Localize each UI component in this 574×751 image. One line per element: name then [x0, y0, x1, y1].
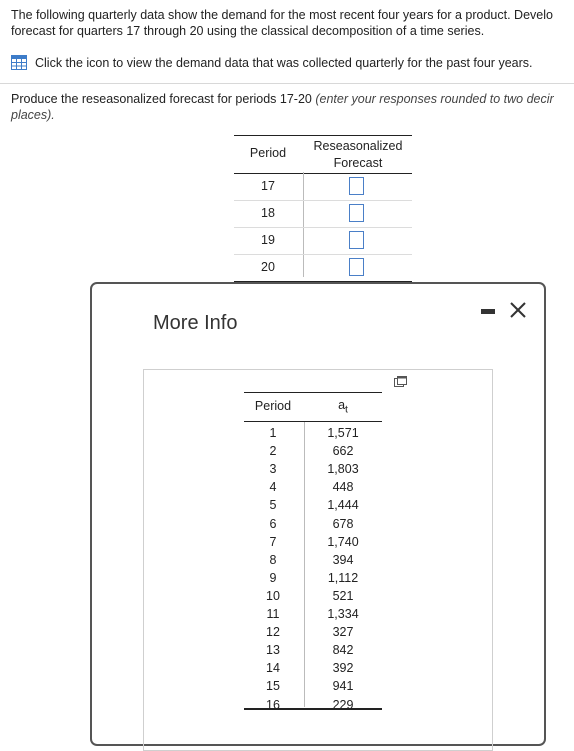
demand-cell: 1,803: [327, 462, 359, 477]
table-bottom-rule: [244, 708, 382, 710]
demand-cell: 662: [332, 444, 354, 459]
period-cell: 18: [261, 206, 275, 220]
table-row: 14 392: [244, 659, 382, 677]
table-row: 12 327: [244, 623, 382, 641]
table-row: 11 1,334: [244, 605, 382, 623]
table-row: 19: [234, 228, 412, 255]
instructions: Produce the reseasonalized forecast for …: [11, 91, 574, 123]
col-demand-header: at: [304, 398, 382, 416]
demand-cell: 521: [332, 588, 354, 603]
demand-cell: 394: [332, 552, 354, 567]
period-cell: 8: [269, 552, 277, 567]
forecast-input-17[interactable]: [349, 177, 364, 195]
period-cell: 15: [266, 679, 280, 694]
instruction-hint: (enter your responses rounded to two dec…: [315, 92, 554, 106]
copy-icon[interactable]: [394, 376, 407, 387]
answer-table: Period Reseasonalized Forecast 17 18 19 …: [234, 135, 412, 282]
demand-data-panel: Period at 1 1,571 2 662 3 1,803 4 448 5 1,444 6 678…: [143, 369, 493, 751]
data-link-text[interactable]: Click the icon to view the demand data t…: [35, 56, 532, 70]
col-demand-base: a: [338, 398, 346, 412]
demand-cell: 678: [332, 516, 354, 531]
period-cell: 1: [269, 426, 277, 440]
period-cell: 11: [266, 607, 280, 621]
question-line-2: forecast for quarters 17 through 20 usin…: [11, 24, 485, 38]
question-intro: The following quarterly data show the de…: [11, 7, 574, 39]
dialog-title: More Info: [153, 312, 238, 334]
demand-cell: 1,444: [327, 498, 359, 513]
demand-cell: 941: [332, 679, 354, 694]
instruction-text: Produce the reseasonalized forecast for …: [11, 92, 316, 106]
demand-cell: 448: [332, 480, 354, 495]
minimize-icon[interactable]: [481, 309, 495, 314]
table-row: 15 941: [244, 677, 382, 695]
col-period-header: Period: [249, 146, 287, 160]
table-row: 2 662: [244, 442, 382, 460]
close-icon[interactable]: [507, 299, 529, 321]
table-icon[interactable]: [11, 55, 27, 70]
period-cell: 19: [261, 233, 275, 247]
period-cell: 20: [261, 260, 275, 274]
period-cell: 17: [261, 179, 275, 193]
table-row: 8 394: [244, 551, 382, 569]
period-cell: 3: [269, 462, 277, 477]
table-row: 6 678: [244, 515, 382, 533]
col-forecast-header-line-2: Forecast: [333, 156, 383, 170]
demand-cell: 842: [332, 643, 354, 658]
period-cell: 9: [269, 570, 277, 585]
period-cell: 6: [269, 516, 277, 531]
period-cell: 4: [269, 480, 277, 495]
period-cell: 13: [266, 643, 280, 658]
col-forecast-header-line-1: Reseasonalized: [313, 139, 403, 153]
table-row: 4 448: [244, 478, 382, 496]
table-row: 1 1,571: [244, 424, 382, 442]
table-row: 13 842: [244, 641, 382, 659]
col-demand-subscript: t: [345, 404, 348, 416]
demand-table-header: Period at: [244, 392, 382, 422]
period-cell: 14: [266, 661, 280, 676]
question-line-1: The following quarterly data show the de…: [11, 8, 553, 22]
demand-cell: 392: [332, 661, 354, 676]
data-link[interactable]: Click the icon to view the demand data t…: [11, 55, 532, 70]
col-forecast-header: Reseasonalized Forecast: [304, 138, 412, 172]
forecast-input-19[interactable]: [349, 231, 364, 249]
table-row: 18: [234, 201, 412, 228]
period-cell: 12: [266, 625, 280, 640]
answer-table-header: Period Reseasonalized Forecast: [234, 135, 412, 174]
demand-cell: 1,740: [327, 534, 359, 549]
table-row: 10 521: [244, 587, 382, 605]
table-row: 5 1,444: [244, 496, 382, 514]
more-info-dialog: More Info Period at 1 1,571 2 662 3 1,803 4 448…: [90, 282, 546, 751]
table-row: 17: [234, 174, 412, 201]
forecast-input-18[interactable]: [349, 204, 364, 222]
divider: [0, 83, 574, 84]
forecast-input-20[interactable]: [349, 258, 364, 276]
period-cell: 10: [266, 588, 280, 603]
table-row: 7 1,740: [244, 533, 382, 551]
demand-cell: 1,112: [327, 570, 359, 585]
demand-cell: 327: [332, 625, 354, 640]
demand-cell: 1,571: [327, 426, 359, 440]
table-row: 3 1,803: [244, 460, 382, 478]
instruction-hint-line-2: places).: [11, 108, 55, 122]
table-row: 9 1,112: [244, 569, 382, 587]
period-cell: 5: [269, 498, 277, 513]
col-period-header: Period: [254, 399, 292, 413]
table-row: 16 229: [244, 696, 382, 714]
period-cell: 7: [269, 534, 277, 549]
demand-cell: 1,334: [327, 607, 359, 621]
table-row: 20: [234, 255, 412, 282]
period-cell: 2: [269, 444, 277, 459]
